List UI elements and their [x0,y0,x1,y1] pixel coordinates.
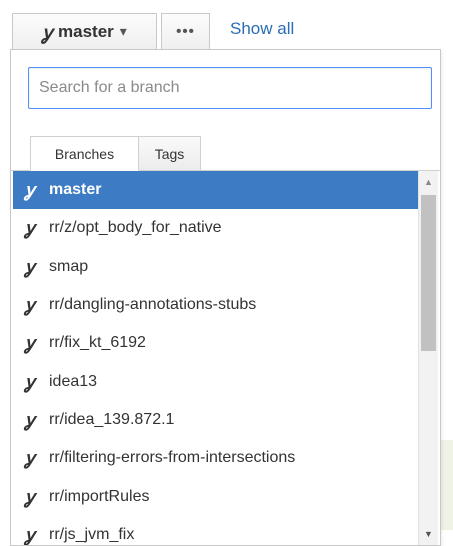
branch-list-scrollbar[interactable]: ▲ ▼ [418,171,438,545]
branch-icon: ỿ [25,256,35,277]
branch-name: master [49,181,102,199]
branch-item[interactable]: ỿ smap [13,248,418,286]
branch-item[interactable]: ỿ rr/z/opt_body_for_native [13,209,418,247]
branch-icon: ỿ [25,295,35,316]
branch-item[interactable]: ỿ rr/fix_kt_6192 [13,324,418,362]
branch-name: rr/importRules [49,487,150,505]
show-all-link[interactable]: Show all [230,19,294,39]
branch-icon: ỿ [25,218,35,239]
branch-item[interactable]: ỿ rr/idea_139.872.1 [13,401,418,439]
branch-item[interactable]: ỿ idea13 [13,362,418,400]
tab-tags[interactable]: Tags [138,136,201,171]
scroll-down-arrow-icon[interactable]: ▼ [419,525,438,543]
branch-select-button[interactable]: ỿ master ▾ [12,13,157,49]
branch-icon: ỿ [25,486,35,507]
current-branch-label: master [58,21,114,41]
branch-name: idea13 [49,372,98,390]
branch-item-selected[interactable]: ỿ master [13,171,418,210]
branch-icon: ỿ [25,409,35,430]
branch-name: rr/filtering-errors-from-intersections [49,449,296,467]
branch-icon: ỿ [25,524,35,545]
branch-name: rr/idea_139.872.1 [49,410,175,428]
branch-icon: ỿ [25,371,35,392]
branch-name: rr/dangling-annotations-stubs [49,296,257,314]
scrollbar-thumb[interactable] [421,195,436,351]
tab-bar: Branches Tags [11,128,440,171]
branch-name: smap [49,257,89,275]
branch-icon: ỿ [42,22,53,44]
branch-icon: ỿ [25,333,35,354]
branch-list: ỿ master ỿ rr/z/opt_body_for_native ỿ sm… [13,171,418,545]
branch-dropdown: Branches Tags ỿ master ỿ rr/z/opt_body_f… [10,49,441,546]
branch-item[interactable]: ỿ rr/filtering-errors-from-intersections [13,439,418,477]
branch-item[interactable]: ỿ rr/importRules [13,477,418,515]
tab-branches[interactable]: Branches [30,136,139,171]
ellipsis-icon: ••• [176,23,195,40]
branch-search-input[interactable] [28,67,432,109]
branch-toolbar: ỿ master ▾ ••• Show all [0,0,453,50]
branch-icon: ỿ [25,180,35,201]
branch-name: rr/z/opt_body_for_native [49,219,222,237]
branch-item[interactable]: ỿ rr/js_jvm_fix [13,516,418,545]
branch-name: rr/fix_kt_6192 [49,334,146,352]
more-options-button[interactable]: ••• [161,13,210,49]
branch-icon: ỿ [25,448,35,469]
branch-item[interactable]: ỿ rr/dangling-annotations-stubs [13,286,418,324]
scroll-up-arrow-icon[interactable]: ▲ [419,173,438,191]
chevron-down-icon: ▾ [119,23,127,39]
branch-name: rr/js_jvm_fix [49,525,135,543]
